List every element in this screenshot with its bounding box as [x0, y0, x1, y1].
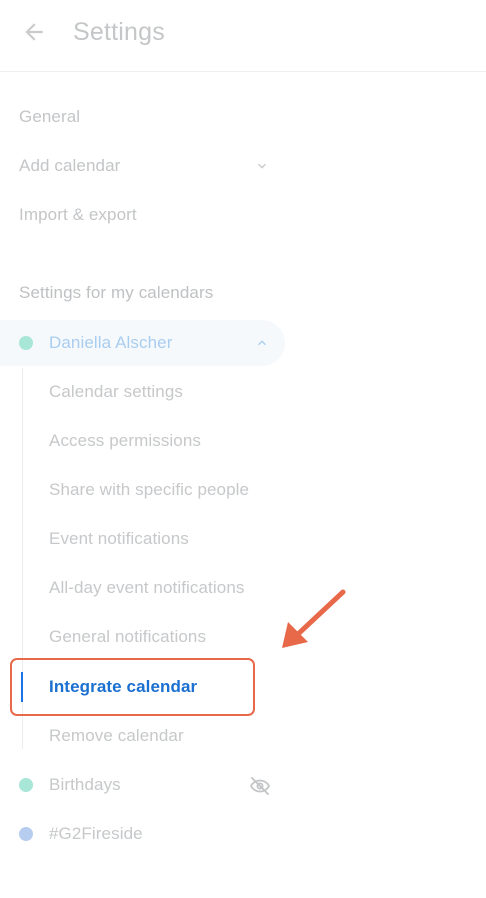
back-button[interactable]	[18, 16, 50, 48]
calendar-color-dot	[19, 778, 33, 792]
subitem-event-notifications[interactable]: Event notifications	[49, 529, 189, 549]
section-title-my-calendars: Settings for my calendars	[19, 283, 214, 302]
nav-item-general[interactable]: General	[19, 107, 80, 127]
subitem-remove-calendar[interactable]: Remove calendar	[49, 726, 184, 746]
calendar-item-g2fireside[interactable]: #G2Fireside	[49, 824, 143, 844]
nav-item-add-calendar[interactable]: Add calendar	[19, 156, 120, 176]
eye-off-icon[interactable]	[248, 774, 272, 798]
page-title: Settings	[73, 18, 165, 46]
calendar-name-daniella: Daniella Alscher	[49, 333, 173, 352]
chevron-up-icon[interactable]	[254, 335, 270, 351]
subitem-calendar-settings[interactable]: Calendar settings	[49, 382, 183, 402]
app-header: Settings	[0, 0, 486, 72]
chevron-down-icon[interactable]	[254, 158, 270, 174]
settings-page: Settings General Add calendar Import & e…	[0, 0, 486, 898]
calendar-color-dot	[19, 336, 33, 350]
nav-item-import-export[interactable]: Import & export	[19, 205, 137, 225]
annotation-arrow-icon	[282, 589, 346, 648]
calendar-color-dot	[19, 827, 33, 841]
calendar-item-birthdays[interactable]: Birthdays	[49, 775, 121, 795]
annotation-highlight-box	[10, 658, 255, 716]
subitem-general-notifications[interactable]: General notifications	[49, 627, 206, 647]
subitem-access-permissions[interactable]: Access permissions	[49, 431, 201, 451]
arrow-left-icon	[25, 23, 43, 41]
subitem-all-day-event-notifications[interactable]: All-day event notifications	[49, 578, 244, 598]
subitem-share-with-people[interactable]: Share with specific people	[49, 480, 249, 500]
